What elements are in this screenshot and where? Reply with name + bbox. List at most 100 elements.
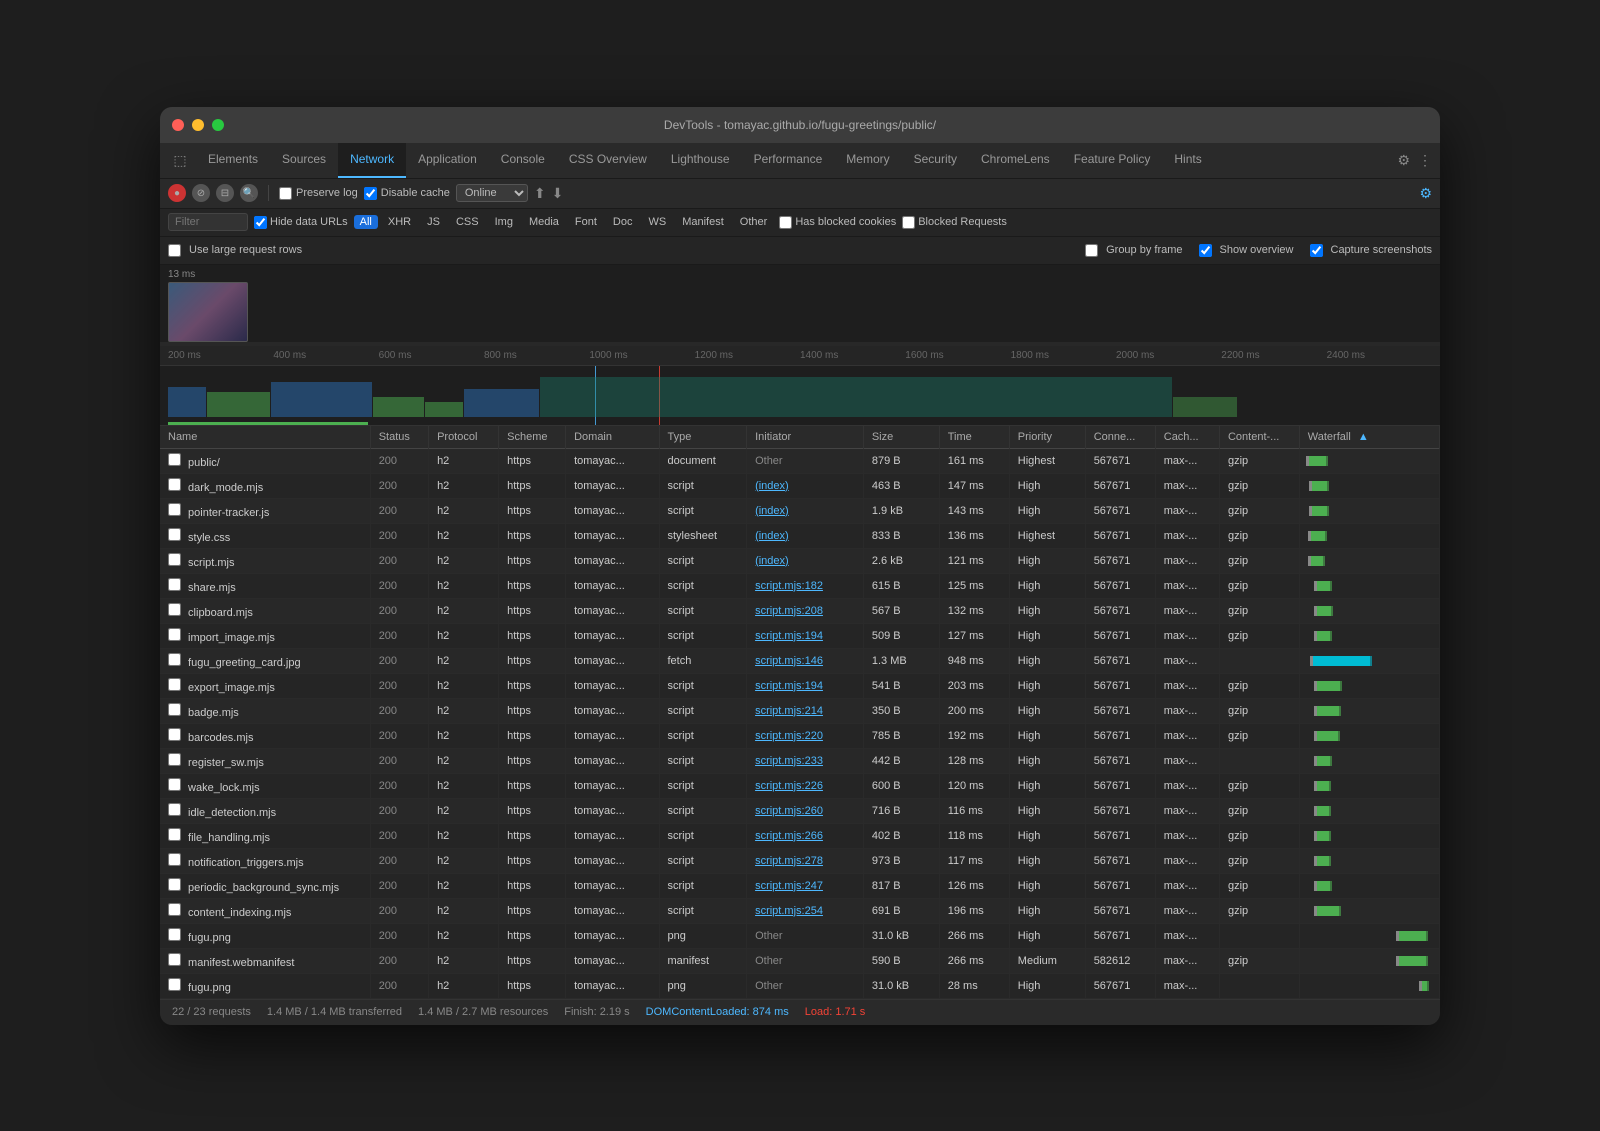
- row-select-checkbox[interactable]: [168, 728, 181, 741]
- table-row[interactable]: badge.mjs 200h2httpstomayac...scriptscri…: [160, 698, 1440, 723]
- filter-tag-font[interactable]: Font: [569, 215, 603, 229]
- screenshot-thumbnail[interactable]: [168, 282, 248, 342]
- cell-initiator[interactable]: script.mjs:220: [747, 723, 864, 748]
- hide-data-urls-checkbox[interactable]: Hide data URLs: [254, 216, 348, 229]
- cell-initiator[interactable]: script.mjs:266: [747, 823, 864, 848]
- row-select-checkbox[interactable]: [168, 478, 181, 491]
- cell-initiator[interactable]: script.mjs:182: [747, 573, 864, 598]
- row-select-checkbox[interactable]: [168, 603, 181, 616]
- row-select-checkbox[interactable]: [168, 828, 181, 841]
- cell-initiator[interactable]: script.mjs:194: [747, 623, 864, 648]
- table-row[interactable]: barcodes.mjs 200h2httpstomayac...scripts…: [160, 723, 1440, 748]
- table-row[interactable]: clipboard.mjs 200h2httpstomayac...script…: [160, 598, 1440, 623]
- has-blocked-cookies-checkbox[interactable]: Has blocked cookies: [779, 216, 896, 229]
- table-row[interactable]: fugu.png 200h2httpstomayac...pngOther31.…: [160, 923, 1440, 948]
- filter-tag-doc[interactable]: Doc: [607, 215, 639, 229]
- filter-tag-manifest[interactable]: Manifest: [676, 215, 730, 229]
- table-row[interactable]: register_sw.mjs 200h2httpstomayac...scri…: [160, 748, 1440, 773]
- row-select-checkbox[interactable]: [168, 853, 181, 866]
- table-row[interactable]: import_image.mjs 200h2httpstomayac...scr…: [160, 623, 1440, 648]
- table-row[interactable]: dark_mode.mjs 200h2httpstomayac...script…: [160, 473, 1440, 498]
- row-select-checkbox[interactable]: [168, 778, 181, 791]
- table-row[interactable]: public/ 200h2httpstomayac...documentOthe…: [160, 448, 1440, 473]
- col-header-name[interactable]: Name: [160, 426, 370, 449]
- filter-tag-ws[interactable]: WS: [642, 215, 672, 229]
- tab-chromelens[interactable]: ChromeLens: [969, 143, 1062, 179]
- clear-button[interactable]: ⊘: [192, 184, 210, 202]
- col-header-type[interactable]: Type: [659, 426, 747, 449]
- filter-tag-other[interactable]: Other: [734, 215, 774, 229]
- cell-initiator[interactable]: script.mjs:214: [747, 698, 864, 723]
- row-select-checkbox[interactable]: [168, 903, 181, 916]
- row-select-checkbox[interactable]: [168, 553, 181, 566]
- col-header-initiator[interactable]: Initiator: [747, 426, 864, 449]
- table-row[interactable]: idle_detection.mjs 200h2httpstomayac...s…: [160, 798, 1440, 823]
- export-icon[interactable]: ⬇: [552, 185, 564, 202]
- row-select-checkbox[interactable]: [168, 628, 181, 641]
- cell-initiator[interactable]: (index): [747, 473, 864, 498]
- row-select-checkbox[interactable]: [168, 528, 181, 541]
- col-header-status[interactable]: Status: [370, 426, 428, 449]
- cell-initiator[interactable]: script.mjs:233: [747, 748, 864, 773]
- filter-toggle-button[interactable]: ⊟: [216, 184, 234, 202]
- col-header-domain[interactable]: Domain: [566, 426, 659, 449]
- tab-sources[interactable]: Sources: [270, 143, 338, 179]
- table-row[interactable]: manifest.webmanifest 200h2httpstomayac..…: [160, 948, 1440, 973]
- table-row[interactable]: pointer-tracker.js 200h2httpstomayac...s…: [160, 498, 1440, 523]
- table-row[interactable]: notification_triggers.mjs 200h2httpstoma…: [160, 848, 1440, 873]
- throttle-select[interactable]: Online Fast 3G Slow 3G Offline: [456, 184, 528, 202]
- filter-input[interactable]: [168, 213, 248, 231]
- cell-initiator[interactable]: script.mjs:226: [747, 773, 864, 798]
- import-icon[interactable]: ⬆: [534, 185, 546, 202]
- devtools-cursor-icon[interactable]: ⬚: [168, 148, 192, 172]
- filter-tag-media[interactable]: Media: [523, 215, 565, 229]
- cell-initiator[interactable]: script.mjs:247: [747, 873, 864, 898]
- filter-tag-js[interactable]: JS: [421, 215, 446, 229]
- close-button[interactable]: [172, 119, 184, 131]
- disable-cache-checkbox[interactable]: Disable cache: [364, 187, 450, 200]
- tab-console[interactable]: Console: [489, 143, 557, 179]
- table-row[interactable]: style.css 200h2httpstomayac...stylesheet…: [160, 523, 1440, 548]
- blocked-requests-checkbox[interactable]: Blocked Requests: [902, 216, 1007, 229]
- col-header-connection[interactable]: Conne...: [1085, 426, 1155, 449]
- settings-icon[interactable]: ⚙: [1397, 152, 1410, 169]
- table-row[interactable]: fugu_greeting_card.jpg 200h2httpstomayac…: [160, 648, 1440, 673]
- row-select-checkbox[interactable]: [168, 878, 181, 891]
- tab-elements[interactable]: Elements: [196, 143, 270, 179]
- filter-tag-all[interactable]: All: [354, 215, 378, 229]
- col-header-waterfall[interactable]: Waterfall ▲: [1299, 426, 1439, 449]
- table-row[interactable]: fugu.png 200h2httpstomayac...pngOther31.…: [160, 973, 1440, 998]
- col-header-content[interactable]: Content-...: [1219, 426, 1299, 449]
- record-button[interactable]: ●: [168, 184, 186, 202]
- network-settings-icon[interactable]: ⚙: [1419, 185, 1432, 202]
- show-overview-option[interactable]: Show overview: [1199, 244, 1294, 257]
- more-options-icon[interactable]: ⋮: [1418, 152, 1432, 169]
- cell-initiator[interactable]: script.mjs:208: [747, 598, 864, 623]
- cell-initiator[interactable]: script.mjs:194: [747, 673, 864, 698]
- tab-hints[interactable]: Hints: [1162, 143, 1213, 179]
- table-row[interactable]: export_image.mjs 200h2httpstomayac...scr…: [160, 673, 1440, 698]
- cell-initiator[interactable]: script.mjs:254: [747, 898, 864, 923]
- row-select-checkbox[interactable]: [168, 653, 181, 666]
- row-select-checkbox[interactable]: [168, 678, 181, 691]
- row-select-checkbox[interactable]: [168, 928, 181, 941]
- row-select-checkbox[interactable]: [168, 703, 181, 716]
- cell-initiator[interactable]: (index): [747, 548, 864, 573]
- table-row[interactable]: script.mjs 200h2httpstomayac...script(in…: [160, 548, 1440, 573]
- cell-initiator[interactable]: script.mjs:146: [747, 648, 864, 673]
- search-button[interactable]: 🔍: [240, 184, 258, 202]
- cell-initiator[interactable]: script.mjs:260: [747, 798, 864, 823]
- tab-performance[interactable]: Performance: [742, 143, 835, 179]
- col-header-priority[interactable]: Priority: [1009, 426, 1085, 449]
- col-header-cache[interactable]: Cach...: [1155, 426, 1219, 449]
- cell-initiator[interactable]: script.mjs:278: [747, 848, 864, 873]
- capture-screenshots-option[interactable]: Capture screenshots: [1310, 244, 1433, 257]
- group-by-frame-option[interactable]: Group by frame: [1085, 244, 1182, 257]
- filter-tag-css[interactable]: CSS: [450, 215, 485, 229]
- col-header-protocol[interactable]: Protocol: [429, 426, 499, 449]
- table-row[interactable]: periodic_background_sync.mjs 200h2httpst…: [160, 873, 1440, 898]
- row-select-checkbox[interactable]: [168, 753, 181, 766]
- tab-feature-policy[interactable]: Feature Policy: [1062, 143, 1163, 179]
- col-header-size[interactable]: Size: [863, 426, 939, 449]
- row-select-checkbox[interactable]: [168, 803, 181, 816]
